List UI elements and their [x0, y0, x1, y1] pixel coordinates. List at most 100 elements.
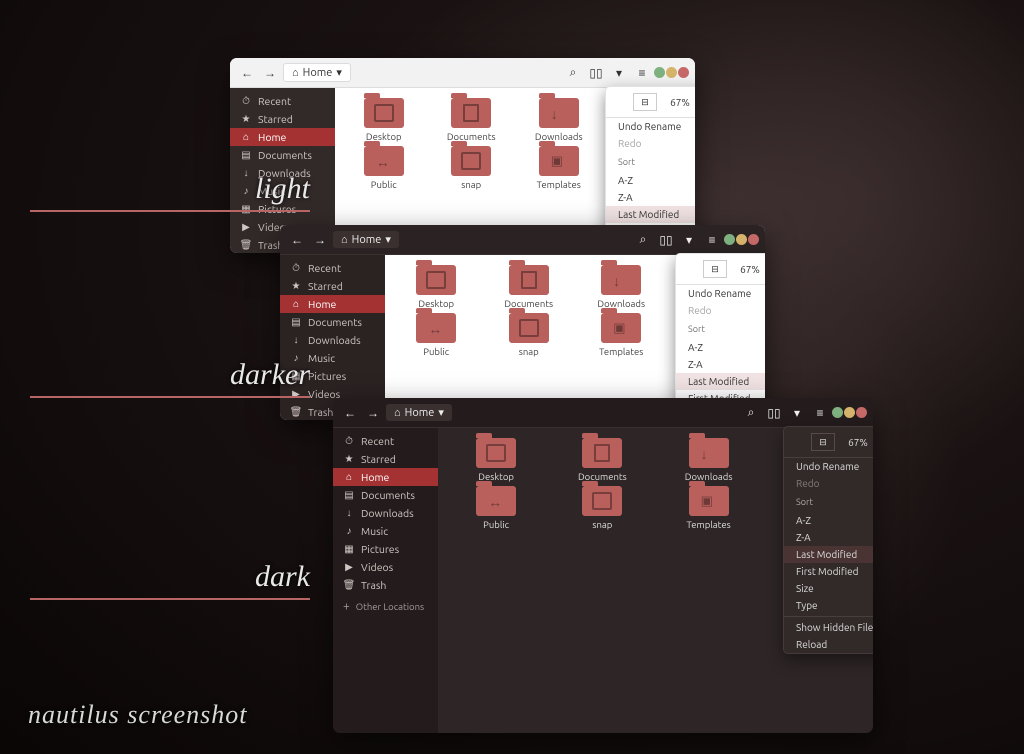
view-dropdown-button[interactable]: ▾ [678, 229, 700, 251]
menu-sort-za[interactable]: Z-A [676, 356, 765, 373]
folder-downloads[interactable]: Downloads [576, 265, 667, 309]
hamburger-menu-button[interactable]: ≡ [631, 62, 653, 84]
sidebar-item-documents[interactable]: ▤Documents [333, 486, 438, 504]
location-breadcrumb[interactable]: ⌂ Home ▾ [333, 231, 399, 248]
pictures-icon: ▦ [343, 543, 355, 555]
hamburger-menu-button[interactable]: ≡ [701, 229, 723, 251]
folder-desktop[interactable]: Desktop [341, 98, 427, 142]
folder-icon [476, 486, 516, 516]
sidebar-item-other-locations[interactable]: +Other Locations [333, 594, 438, 616]
window-minimize-button[interactable] [724, 234, 735, 245]
menu-sort-last-modified[interactable]: Last Modified [676, 373, 765, 390]
location-breadcrumb[interactable]: ⌂ Home ▾ [386, 404, 452, 421]
sidebar-item-home[interactable]: ⌂Home [333, 468, 438, 486]
sidebar-item-downloads[interactable]: ↓Downloads [280, 331, 385, 349]
window-minimize-button[interactable] [654, 67, 665, 78]
zoom-out-button[interactable]: ⊟ [811, 433, 835, 451]
menu-undo-rename[interactable]: Undo Rename [606, 118, 695, 135]
forward-button[interactable]: → [362, 402, 384, 424]
menu-reload[interactable]: Reload [784, 636, 873, 653]
sidebar-item-starred[interactable]: ★Starred [333, 450, 438, 468]
folder-desktop[interactable]: Desktop [391, 265, 482, 309]
download-icon: ↓ [343, 507, 355, 519]
search-button[interactable]: ⌕ [632, 229, 654, 251]
folder-label: Public [371, 179, 397, 190]
search-button[interactable]: ⌕ [562, 62, 584, 84]
folder-downloads[interactable]: Downloads [516, 98, 602, 142]
sidebar-item-recent[interactable]: ⏱Recent [230, 92, 335, 110]
window-minimize-button[interactable] [832, 407, 843, 418]
sidebar-item-starred[interactable]: ★Starred [280, 277, 385, 295]
menu-sort-last-modified[interactable]: Last Modified [784, 546, 873, 563]
menu-sort-az[interactable]: A-Z [676, 339, 765, 356]
folder-templates[interactable]: Templates [657, 486, 761, 530]
folder-icon [539, 146, 579, 176]
folder-icon [476, 438, 516, 468]
folder-snap[interactable]: snap [550, 486, 654, 530]
sidebar-item-label: Trash [308, 406, 333, 418]
folder-documents[interactable]: Documents [484, 265, 575, 309]
sidebar-item-trash[interactable]: 🗑Trash [333, 576, 438, 594]
view-mode-button[interactable]: ▯▯ [763, 402, 785, 424]
sidebar-item-recent[interactable]: ⏱Recent [280, 259, 385, 277]
menu-undo-rename[interactable]: Undo Rename [676, 285, 765, 302]
folder-templates[interactable]: Templates [516, 146, 602, 190]
folder-public[interactable]: Public [391, 313, 482, 357]
folder-templates[interactable]: Templates [576, 313, 667, 357]
menu-label: Size [796, 583, 814, 594]
menu-sort-first-modified[interactable]: First Modified [784, 563, 873, 580]
folder-snap[interactable]: snap [429, 146, 515, 190]
sidebar-item-starred[interactable]: ★Starred [230, 110, 335, 128]
menu-sort-az[interactable]: A-Z [784, 512, 873, 529]
sidebar-item-documents[interactable]: ▤Documents [280, 313, 385, 331]
menu-sort-last-modified[interactable]: Last Modified [606, 206, 695, 223]
view-dropdown-button[interactable]: ▾ [786, 402, 808, 424]
nautilus-window-darker: ← → ⌂ Home ▾ ⌕ ▯▯ ▾ ≡ ⏱Recent ★Starred ⌂… [280, 225, 765, 420]
folder-public[interactable]: Public [444, 486, 548, 530]
sidebar-item-label: Documents [361, 489, 415, 501]
menu-undo-rename[interactable]: Undo Rename [784, 458, 873, 475]
menu-sort-za[interactable]: Z-A [606, 189, 695, 206]
folder-downloads[interactable]: Downloads [657, 438, 761, 482]
titlebar: ← → ⌂ Home ▾ ⌕ ▯▯ ▾ ≡ [230, 58, 695, 88]
sidebar-item-pictures[interactable]: ▦Pictures [333, 540, 438, 558]
window-close-button[interactable] [856, 407, 867, 418]
back-button[interactable]: ← [236, 62, 258, 84]
view-mode-button[interactable]: ▯▯ [655, 229, 677, 251]
zoom-out-button[interactable]: ⊟ [703, 260, 727, 278]
folder-snap[interactable]: snap [484, 313, 575, 357]
folder-documents[interactable]: Documents [550, 438, 654, 482]
forward-button[interactable]: → [259, 62, 281, 84]
sidebar-item-downloads[interactable]: ↓Downloads [333, 504, 438, 522]
sidebar-item-music[interactable]: ♪Music [333, 522, 438, 540]
window-close-button[interactable] [748, 234, 759, 245]
menu-sort-za[interactable]: Z-A [784, 529, 873, 546]
zoom-out-button[interactable]: ⊟ [633, 93, 657, 111]
view-dropdown-button[interactable]: ▾ [608, 62, 630, 84]
menu-sort-type[interactable]: Type [784, 597, 873, 614]
sidebar-item-home[interactable]: ⌂Home [230, 128, 335, 146]
window-maximize-button[interactable] [736, 234, 747, 245]
menu-sort-az[interactable]: A-Z [606, 172, 695, 189]
sidebar-item-documents[interactable]: ▤Documents [230, 146, 335, 164]
back-button[interactable]: ← [286, 229, 308, 251]
folder-public[interactable]: Public [341, 146, 427, 190]
search-button[interactable]: ⌕ [740, 402, 762, 424]
plus-icon: + [343, 600, 350, 613]
back-button[interactable]: ← [339, 402, 361, 424]
folder-desktop[interactable]: Desktop [444, 438, 548, 482]
hamburger-menu-button[interactable]: ≡ [809, 402, 831, 424]
forward-button[interactable]: → [309, 229, 331, 251]
window-maximize-button[interactable] [666, 67, 677, 78]
trash-icon: 🗑 [343, 579, 355, 591]
view-mode-button[interactable]: ▯▯ [585, 62, 607, 84]
sidebar-item-videos[interactable]: ▶Videos [333, 558, 438, 576]
window-close-button[interactable] [678, 67, 689, 78]
sidebar-item-recent[interactable]: ⏱Recent [333, 432, 438, 450]
menu-show-hidden[interactable]: Show Hidden Files [784, 619, 873, 636]
menu-sort-size[interactable]: Size [784, 580, 873, 597]
folder-documents[interactable]: Documents [429, 98, 515, 142]
sidebar-item-home[interactable]: ⌂Home [280, 295, 385, 313]
window-maximize-button[interactable] [844, 407, 855, 418]
location-breadcrumb[interactable]: ⌂ Home ▾ [283, 63, 351, 82]
